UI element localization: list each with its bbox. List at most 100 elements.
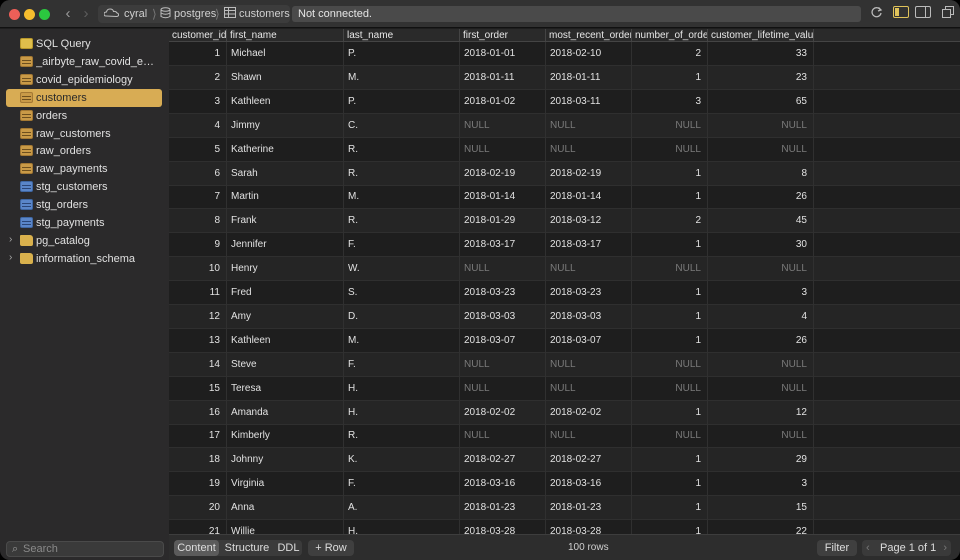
breadcrumb-server[interactable]: cyral [124, 5, 147, 23]
cell-first-name[interactable]: Henry [227, 257, 344, 282]
table-row[interactable]: 8 Frank R. 2018-01-29 2018-03-12 2 45 [169, 209, 960, 234]
cell-last-name[interactable]: W. [344, 257, 460, 282]
cell-most-recent-order[interactable]: 2018-03-23 [546, 281, 632, 305]
sidebar-item-customers[interactable]: customers [6, 88, 162, 107]
cell-first-name[interactable]: Steve [227, 352, 344, 377]
next-page-icon[interactable]: › [943, 540, 947, 556]
forward-icon[interactable]: › [78, 6, 94, 22]
back-icon[interactable]: ‹ [60, 6, 76, 22]
cell-last-name[interactable]: H. [344, 400, 460, 425]
table-row[interactable]: 4 Jimmy C. NULL NULL NULL NULL [169, 113, 960, 138]
column-header-first-order[interactable]: first_order [460, 29, 546, 42]
cell-customer-lifetime-value[interactable]: NULL [708, 352, 814, 377]
cell-most-recent-order[interactable]: 2018-02-02 [546, 400, 632, 425]
previous-page-icon[interactable]: ‹ [866, 540, 870, 556]
cell-last-name[interactable]: D. [344, 304, 460, 329]
cell-first-order[interactable]: 2018-01-14 [460, 185, 546, 210]
cell-number-of-orders[interactable]: 1 [632, 520, 708, 534]
cell-number-of-orders[interactable]: 1 [632, 472, 708, 497]
table-row[interactable]: 7 Martin M. 2018-01-14 2018-01-14 1 26 [169, 185, 960, 210]
cell-customer-id[interactable]: 17 [169, 424, 227, 449]
sidebar-item-stg-payments[interactable]: stg_payments [6, 214, 162, 232]
cell-last-name[interactable]: M. [344, 65, 460, 90]
cell-first-name[interactable]: Michael [227, 42, 344, 66]
cell-first-order[interactable]: 2018-02-02 [460, 400, 546, 425]
cell-first-order[interactable]: NULL [460, 137, 546, 162]
cell-last-name[interactable]: F. [344, 472, 460, 497]
cell-number-of-orders[interactable]: 1 [632, 448, 708, 473]
cell-first-order[interactable]: NULL [460, 424, 546, 449]
cell-first-name[interactable]: Kathleen [227, 89, 344, 114]
sidebar-item-information-schema[interactable]: › information_schema [6, 250, 162, 268]
sidebar-item-raw-payments[interactable]: raw_payments [6, 160, 162, 178]
cell-first-order[interactable]: 2018-03-07 [460, 328, 546, 353]
cell-customer-lifetime-value[interactable]: 65 [708, 89, 814, 114]
table-row[interactable]: 10 Henry W. NULL NULL NULL NULL [169, 257, 960, 282]
cell-first-name[interactable]: Johnny [227, 448, 344, 473]
cell-most-recent-order[interactable]: NULL [546, 352, 632, 377]
cell-number-of-orders[interactable]: 1 [632, 233, 708, 258]
cell-number-of-orders[interactable]: NULL [632, 257, 708, 282]
column-header-customer-lifetime-value[interactable]: customer_lifetime_value [708, 29, 814, 42]
cell-customer-lifetime-value[interactable]: NULL [708, 376, 814, 401]
cell-customer-id[interactable]: 12 [169, 304, 227, 329]
cell-first-order[interactable]: 2018-01-02 [460, 89, 546, 114]
cell-last-name[interactable]: M. [344, 185, 460, 210]
cell-last-name[interactable]: A. [344, 496, 460, 521]
toggle-sidebar-icon[interactable] [893, 6, 909, 22]
cell-customer-lifetime-value[interactable]: 23 [708, 65, 814, 90]
cell-first-name[interactable]: Frank [227, 209, 344, 234]
cell-customer-id[interactable]: 10 [169, 257, 227, 282]
sidebar-item-airbyte-raw-covid-epidemi[interactable]: _airbyte_raw_covid_epidemi... [6, 53, 162, 71]
cell-last-name[interactable]: R. [344, 161, 460, 186]
column-header-number-of-orders[interactable]: number_of_orders [632, 29, 708, 42]
filter-button[interactable]: Filter [817, 540, 857, 556]
cell-customer-lifetime-value[interactable]: 3 [708, 281, 814, 305]
table-row[interactable]: 13 Kathleen M. 2018-03-07 2018-03-07 1 26 [169, 328, 960, 353]
table-row[interactable]: 18 Johnny K. 2018-02-27 2018-02-27 1 29 [169, 448, 960, 473]
cell-most-recent-order[interactable]: NULL [546, 257, 632, 282]
table-row[interactable]: 11 Fred S. 2018-03-23 2018-03-23 1 3 [169, 281, 960, 305]
cell-first-name[interactable]: Martin [227, 185, 344, 210]
table-row[interactable]: 2 Shawn M. 2018-01-11 2018-01-11 1 23 [169, 65, 960, 90]
cell-customer-lifetime-value[interactable]: 26 [708, 328, 814, 353]
tab-content[interactable]: Content [174, 540, 219, 556]
cell-first-order[interactable]: 2018-01-23 [460, 496, 546, 521]
cell-most-recent-order[interactable]: 2018-01-11 [546, 65, 632, 90]
cell-customer-id[interactable]: 19 [169, 472, 227, 497]
cell-last-name[interactable]: H. [344, 376, 460, 401]
table-row[interactable]: 9 Jennifer F. 2018-03-17 2018-03-17 1 30 [169, 233, 960, 258]
table-row[interactable]: 3 Kathleen P. 2018-01-02 2018-03-11 3 65 [169, 89, 960, 114]
cell-most-recent-order[interactable]: NULL [546, 137, 632, 162]
cell-first-order[interactable]: NULL [460, 376, 546, 401]
cell-customer-lifetime-value[interactable]: 26 [708, 185, 814, 210]
cell-first-name[interactable]: Teresa [227, 376, 344, 401]
sidebar-item-pg-catalog[interactable]: › pg_catalog [6, 232, 162, 250]
table-row[interactable]: 15 Teresa H. NULL NULL NULL NULL [169, 376, 960, 401]
cell-first-name[interactable]: Virginia [227, 472, 344, 497]
table-row[interactable]: 19 Virginia F. 2018-03-16 2018-03-16 1 3 [169, 472, 960, 497]
cell-first-name[interactable]: Fred [227, 281, 344, 305]
cell-number-of-orders[interactable]: NULL [632, 376, 708, 401]
table-row[interactable]: 17 Kimberly R. NULL NULL NULL NULL [169, 424, 960, 449]
cell-first-order[interactable]: 2018-03-17 [460, 233, 546, 258]
cell-number-of-orders[interactable]: 1 [632, 281, 708, 305]
cell-most-recent-order[interactable]: 2018-03-16 [546, 472, 632, 497]
cell-last-name[interactable]: C. [344, 113, 460, 138]
cell-first-order[interactable]: 2018-03-28 [460, 520, 546, 534]
table-row[interactable]: 21 Willie H. 2018-03-28 2018-03-28 1 22 [169, 520, 960, 534]
cell-customer-lifetime-value[interactable]: NULL [708, 257, 814, 282]
table-row[interactable]: 6 Sarah R. 2018-02-19 2018-02-19 1 8 [169, 161, 960, 186]
tab-ddl[interactable]: DDL [275, 540, 302, 556]
cell-customer-lifetime-value[interactable]: NULL [708, 137, 814, 162]
cell-customer-id[interactable]: 1 [169, 42, 227, 66]
cell-first-order[interactable]: NULL [460, 352, 546, 377]
table-row[interactable]: 1 Michael P. 2018-01-01 2018-02-10 2 33 [169, 42, 960, 66]
tab-structure[interactable]: Structure [222, 540, 272, 556]
cell-first-name[interactable]: Anna [227, 496, 344, 521]
cell-number-of-orders[interactable]: 1 [632, 161, 708, 186]
cell-first-order[interactable]: 2018-02-27 [460, 448, 546, 473]
cell-most-recent-order[interactable]: 2018-03-07 [546, 328, 632, 353]
add-row-button[interactable]: + Row [308, 540, 354, 556]
cell-number-of-orders[interactable]: 2 [632, 209, 708, 234]
